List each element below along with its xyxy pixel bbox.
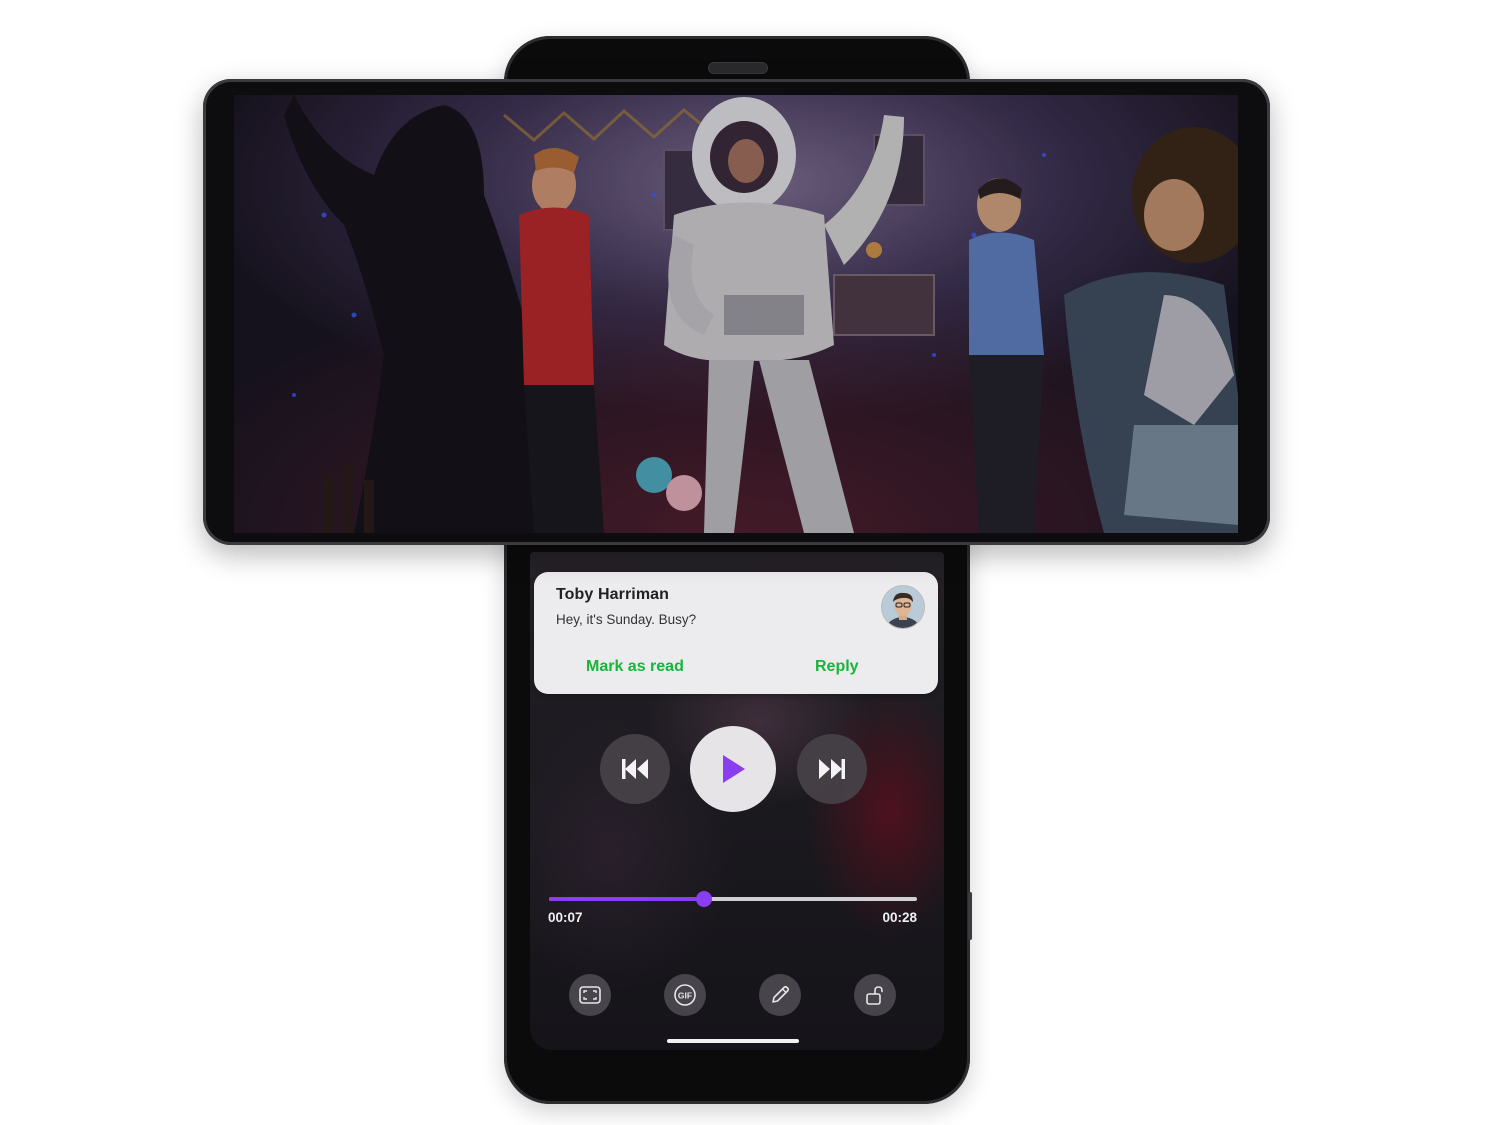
message-notification[interactable]: Toby Harriman Hey, it's Sunday. Busy? Ma… [534, 572, 938, 694]
earpiece-speaker [708, 62, 768, 74]
next-button[interactable] [797, 734, 867, 804]
total-duration: 00:28 [882, 910, 917, 925]
avatar [882, 586, 924, 628]
pencil-icon [772, 985, 790, 1003]
secondary-screen: Toby Harriman Hey, it's Sunday. Busy? Ma… [530, 552, 944, 1050]
seek-bar-progress [549, 897, 704, 901]
notification-message: Hey, it's Sunday. Busy? [556, 612, 697, 627]
seek-bar[interactable] [549, 891, 917, 907]
video-frame [234, 95, 1238, 533]
gif-icon: GIF [674, 984, 696, 1006]
screenshot-frame-icon [579, 986, 601, 1004]
next-icon [819, 759, 845, 779]
side-button [968, 892, 972, 940]
previous-button[interactable] [600, 734, 670, 804]
play-icon [723, 755, 745, 783]
svg-text:GIF: GIF [678, 990, 692, 1000]
home-indicator[interactable] [667, 1039, 799, 1043]
rotation-lock-button[interactable] [854, 974, 896, 1016]
reply-button[interactable]: Reply [815, 658, 859, 676]
rotation-lock-icon [866, 986, 883, 1005]
mark-as-read-button[interactable]: Mark as read [586, 658, 684, 676]
previous-icon [622, 759, 648, 779]
video-player-screen[interactable] [234, 95, 1238, 533]
play-button[interactable] [690, 726, 776, 812]
notification-sender: Toby Harriman [556, 586, 670, 603]
elapsed-time: 00:07 [548, 910, 583, 925]
screenshot-button[interactable] [569, 974, 611, 1016]
edit-button[interactable] [759, 974, 801, 1016]
gif-button[interactable]: GIF [664, 974, 706, 1016]
seek-bar-thumb[interactable] [695, 891, 712, 907]
